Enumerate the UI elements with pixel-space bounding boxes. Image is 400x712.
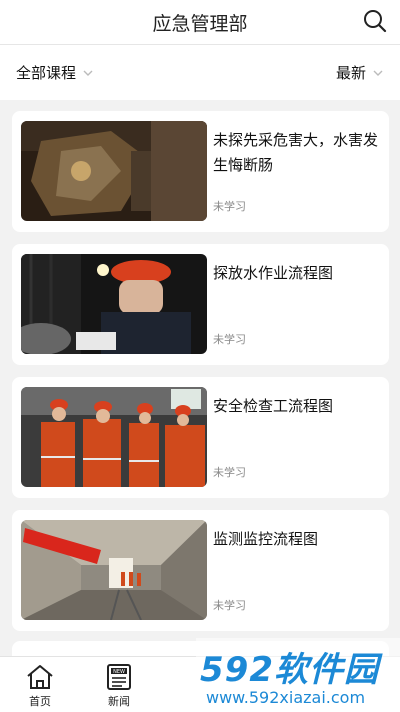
course-card[interactable]: 安全检查工流程图 未学习 [12, 377, 389, 498]
top-bar: 应急管理部 [0, 0, 400, 45]
category-filter-label: 全部课程 [16, 64, 77, 82]
sort-filter-label: 最新 [335, 64, 366, 82]
sort-filter[interactable]: 最新 [336, 62, 384, 83]
course-thumbnail [21, 254, 207, 354]
course-status: 未学习 [213, 466, 246, 479]
course-status: 未学习 [213, 599, 246, 612]
course-status: 未学习 [213, 333, 246, 346]
course-title: 安全检查工流程图 [213, 397, 334, 415]
course-thumbnail [21, 520, 207, 620]
watermark-url: www.592xiazai.com [206, 688, 366, 707]
course-card[interactable]: 探放水作业流程图 未学习 [12, 244, 389, 365]
course-card[interactable]: 监测监控流程图 未学习 [12, 510, 389, 631]
chevron-down-icon [373, 70, 383, 76]
category-filter[interactable]: 全部课程 [16, 62, 94, 83]
chevron-down-icon [83, 70, 93, 76]
tab-news-label: 新闻 [108, 695, 130, 708]
course-thumbnail [21, 121, 207, 221]
tab-news[interactable]: NEW 新闻 [89, 657, 149, 712]
tab-home-label: 首页 [29, 695, 51, 708]
filter-bar: 全部课程 最新 [0, 45, 400, 100]
tab-home[interactable]: 首页 [10, 657, 70, 712]
search-icon[interactable] [362, 8, 388, 34]
course-title: 探放水作业流程图 [213, 264, 334, 282]
home-icon [27, 665, 53, 689]
watermark: 592软件园 www.592xiazai.com [196, 638, 400, 711]
watermark-brand: 592软件园 [200, 650, 379, 690]
news-icon: NEW [107, 664, 131, 690]
course-card[interactable]: 未探先采危害大，水害发生悔断肠 未学习 [12, 111, 389, 232]
course-status: 未学习 [213, 200, 246, 213]
course-thumbnail [21, 387, 207, 487]
course-title: 未探先采危害大，水害发生悔断肠 [213, 131, 379, 174]
svg-text:NEW: NEW [113, 669, 125, 675]
page-title: 应急管理部 [152, 12, 248, 35]
course-title: 监测监控流程图 [213, 530, 319, 548]
